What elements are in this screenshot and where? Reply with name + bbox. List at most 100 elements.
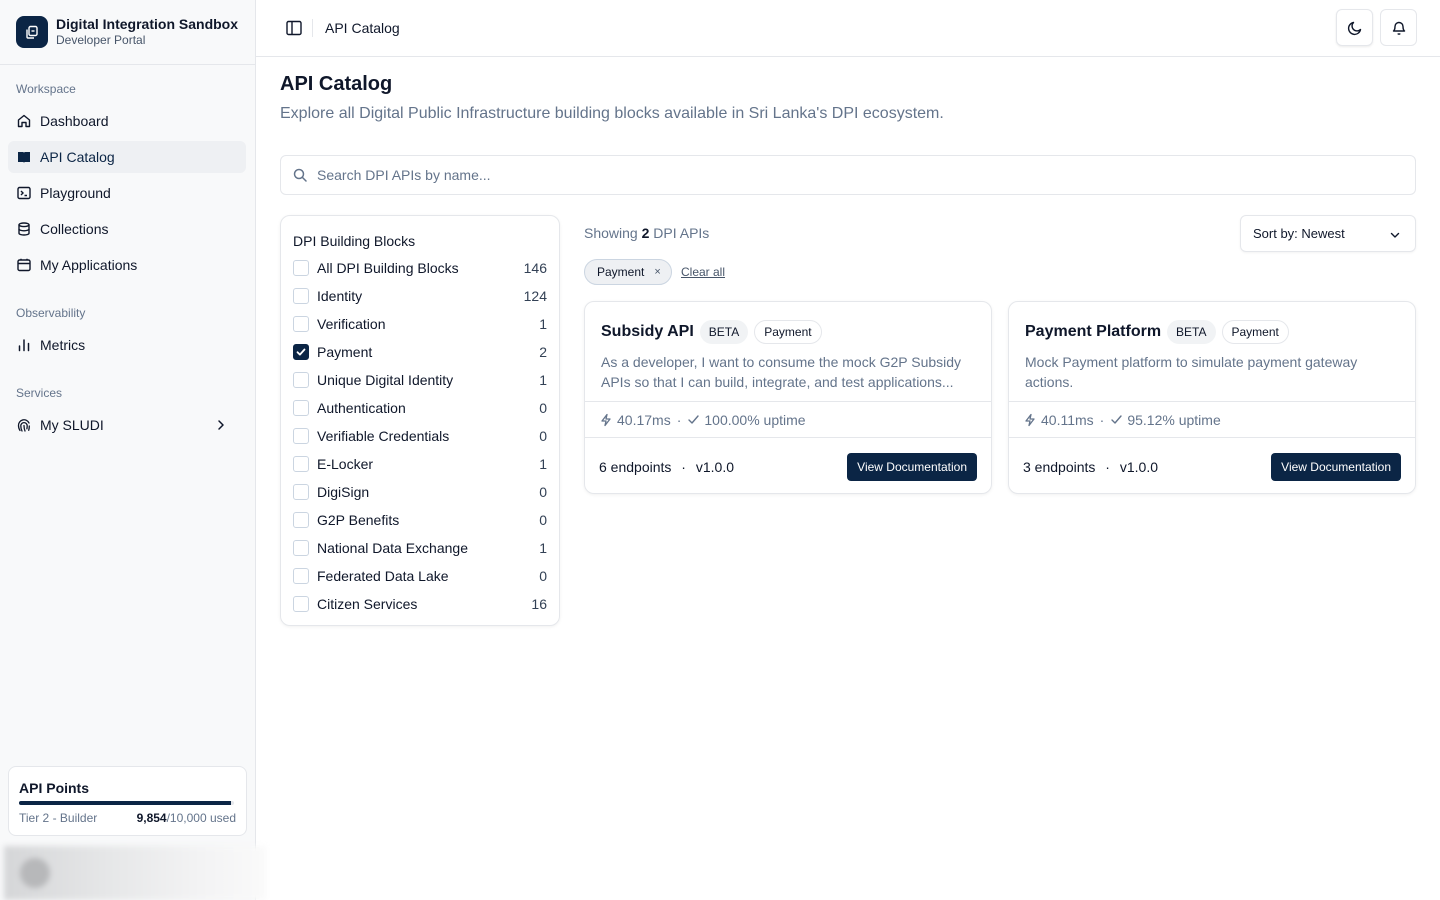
notifications-button[interactable] bbox=[1380, 9, 1417, 46]
brand-title: Digital Integration Sandbox bbox=[56, 16, 239, 32]
sidebar-item-api-catalog[interactable]: API Catalog bbox=[8, 141, 246, 173]
filter-option[interactable]: Identity 124 bbox=[293, 282, 547, 310]
showing-prefix: Showing bbox=[584, 225, 638, 241]
sidebar-item-label: Dashboard bbox=[40, 113, 109, 129]
search-input[interactable] bbox=[317, 167, 1397, 183]
endpoint-count: 6 endpoints bbox=[599, 458, 672, 475]
latency: 40.17ms bbox=[617, 411, 671, 428]
separator-dot: · bbox=[1099, 411, 1105, 428]
filter-count: 0 bbox=[539, 512, 547, 528]
filter-option[interactable]: All DPI Building Blocks 146 bbox=[293, 254, 547, 282]
filter-count: 146 bbox=[523, 260, 547, 276]
sidebar-item-dashboard[interactable]: Dashboard bbox=[8, 105, 246, 137]
showing-count: 2 bbox=[641, 225, 650, 241]
beta-badge: BETA bbox=[1167, 320, 1216, 344]
chip-close-icon[interactable]: × bbox=[654, 266, 660, 278]
filter-label: Identity bbox=[317, 288, 363, 304]
separator-dot: · bbox=[681, 458, 686, 475]
uptime: 100.00% uptime bbox=[704, 411, 806, 428]
separator-dot: · bbox=[676, 411, 682, 428]
theme-toggle-button[interactable] bbox=[1336, 9, 1373, 46]
check-icon bbox=[296, 348, 306, 356]
sidebar-item-my-applications[interactable]: My Applications bbox=[8, 249, 246, 281]
endpoint-meta: 3 endpoints · v1.0.0 bbox=[1023, 459, 1158, 475]
sidebar-toggle-button[interactable] bbox=[284, 18, 304, 38]
view-documentation-button[interactable]: View Documentation bbox=[1271, 452, 1401, 481]
lightning-icon bbox=[601, 413, 611, 426]
user-profile-redacted[interactable] bbox=[4, 846, 266, 900]
filter-label: National Data Exchange bbox=[317, 540, 468, 556]
filter-checkbox[interactable] bbox=[293, 540, 309, 556]
sidebar-item-collections[interactable]: Collections bbox=[8, 213, 246, 245]
results-count: Showing 2 DPI APIs bbox=[584, 225, 709, 241]
sidebar-item-playground[interactable]: Playground bbox=[8, 177, 246, 209]
filter-count: 2 bbox=[539, 344, 547, 360]
sidebar-item-metrics[interactable]: Metrics bbox=[8, 329, 246, 361]
filter-option[interactable]: E-Locker 1 bbox=[293, 450, 547, 478]
filter-option[interactable]: Verifiable Credentials 0 bbox=[293, 422, 547, 450]
brand[interactable]: Digital Integration Sandbox Developer Po… bbox=[0, 0, 255, 65]
filter-checkbox[interactable] bbox=[293, 372, 309, 388]
sort-label: Sort by: Newest bbox=[1253, 226, 1345, 241]
filter-count: 1 bbox=[539, 540, 547, 556]
points-title: API Points bbox=[19, 780, 90, 796]
endpoint-count: 3 endpoints bbox=[1023, 458, 1096, 475]
group-label-services: Services bbox=[16, 386, 63, 400]
database-icon bbox=[18, 222, 30, 236]
page-title: API Catalog bbox=[280, 73, 393, 95]
group-label-observability: Observability bbox=[16, 306, 86, 320]
filter-option[interactable]: Citizen Services 16 bbox=[293, 590, 547, 618]
logo-icon bbox=[16, 16, 48, 48]
filter-title: DPI Building Blocks bbox=[293, 233, 416, 249]
sidebar-item-my-sludi[interactable]: My SLUDI bbox=[8, 409, 246, 441]
view-documentation-button[interactable]: View Documentation bbox=[847, 452, 977, 481]
filter-option[interactable]: Payment 2 bbox=[293, 338, 547, 366]
sidebar-item-label: Metrics bbox=[40, 337, 86, 353]
page-subtitle: Explore all Digital Public Infrastructur… bbox=[280, 105, 944, 122]
filter-count: 1 bbox=[539, 456, 547, 472]
filter-label: G2P Benefits bbox=[317, 512, 400, 528]
filter-checkbox[interactable] bbox=[293, 512, 309, 528]
points-used: 9,854 bbox=[136, 811, 167, 825]
filter-label: Authentication bbox=[317, 400, 406, 416]
filter-checkbox[interactable] bbox=[293, 260, 309, 276]
group-label-workspace: Workspace bbox=[16, 82, 76, 96]
category-badge: Payment bbox=[754, 320, 822, 344]
filter-checkbox[interactable] bbox=[293, 596, 309, 612]
filter-checkbox[interactable] bbox=[293, 400, 309, 416]
sidebar-item-label: My SLUDI bbox=[40, 417, 104, 433]
filter-option[interactable]: Federated Data Lake 0 bbox=[293, 562, 547, 590]
active-filter-chip[interactable]: Payment × bbox=[584, 259, 672, 285]
category-badge: Payment bbox=[1221, 320, 1289, 344]
filter-option[interactable]: G2P Benefits 0 bbox=[293, 506, 547, 534]
sort-select[interactable]: Sort by: Newest bbox=[1240, 215, 1416, 252]
api-card-title: Payment Platform bbox=[1025, 323, 1162, 340]
chevron-right-icon bbox=[218, 420, 224, 430]
clear-all-link[interactable]: Clear all bbox=[681, 265, 725, 279]
filter-count: 1 bbox=[539, 316, 547, 332]
filter-checkbox[interactable] bbox=[293, 456, 309, 472]
chevron-down-icon bbox=[1390, 232, 1400, 238]
filter-checkbox[interactable] bbox=[293, 288, 309, 304]
filter-option[interactable]: Authentication 0 bbox=[293, 394, 547, 422]
bar-chart-icon bbox=[18, 339, 30, 352]
filter-option[interactable]: DigiSign 0 bbox=[293, 478, 547, 506]
filter-count: 0 bbox=[539, 568, 547, 584]
filter-checkbox[interactable] bbox=[293, 484, 309, 500]
filter-checkbox[interactable] bbox=[293, 428, 309, 444]
api-version: v1.0.0 bbox=[1119, 458, 1158, 475]
filter-checkbox[interactable] bbox=[293, 568, 309, 584]
api-card[interactable]: Subsidy API BETA Payment As a developer,… bbox=[584, 301, 992, 494]
filter-checkbox[interactable] bbox=[293, 316, 309, 332]
moon-icon bbox=[1347, 21, 1361, 35]
filter-checkbox[interactable] bbox=[293, 344, 309, 360]
filter-label: Citizen Services bbox=[317, 596, 418, 612]
api-card[interactable]: Payment Platform BETA Payment Mock Payme… bbox=[1008, 301, 1416, 494]
filter-option[interactable]: Unique Digital Identity 1 bbox=[293, 366, 547, 394]
fingerprint-icon bbox=[17, 419, 30, 432]
calendar-window-icon bbox=[17, 258, 31, 272]
separator-dot: · bbox=[1105, 458, 1110, 475]
filter-option[interactable]: Verification 1 bbox=[293, 310, 547, 338]
filter-count: 16 bbox=[531, 596, 547, 612]
filter-option[interactable]: National Data Exchange 1 bbox=[293, 534, 547, 562]
